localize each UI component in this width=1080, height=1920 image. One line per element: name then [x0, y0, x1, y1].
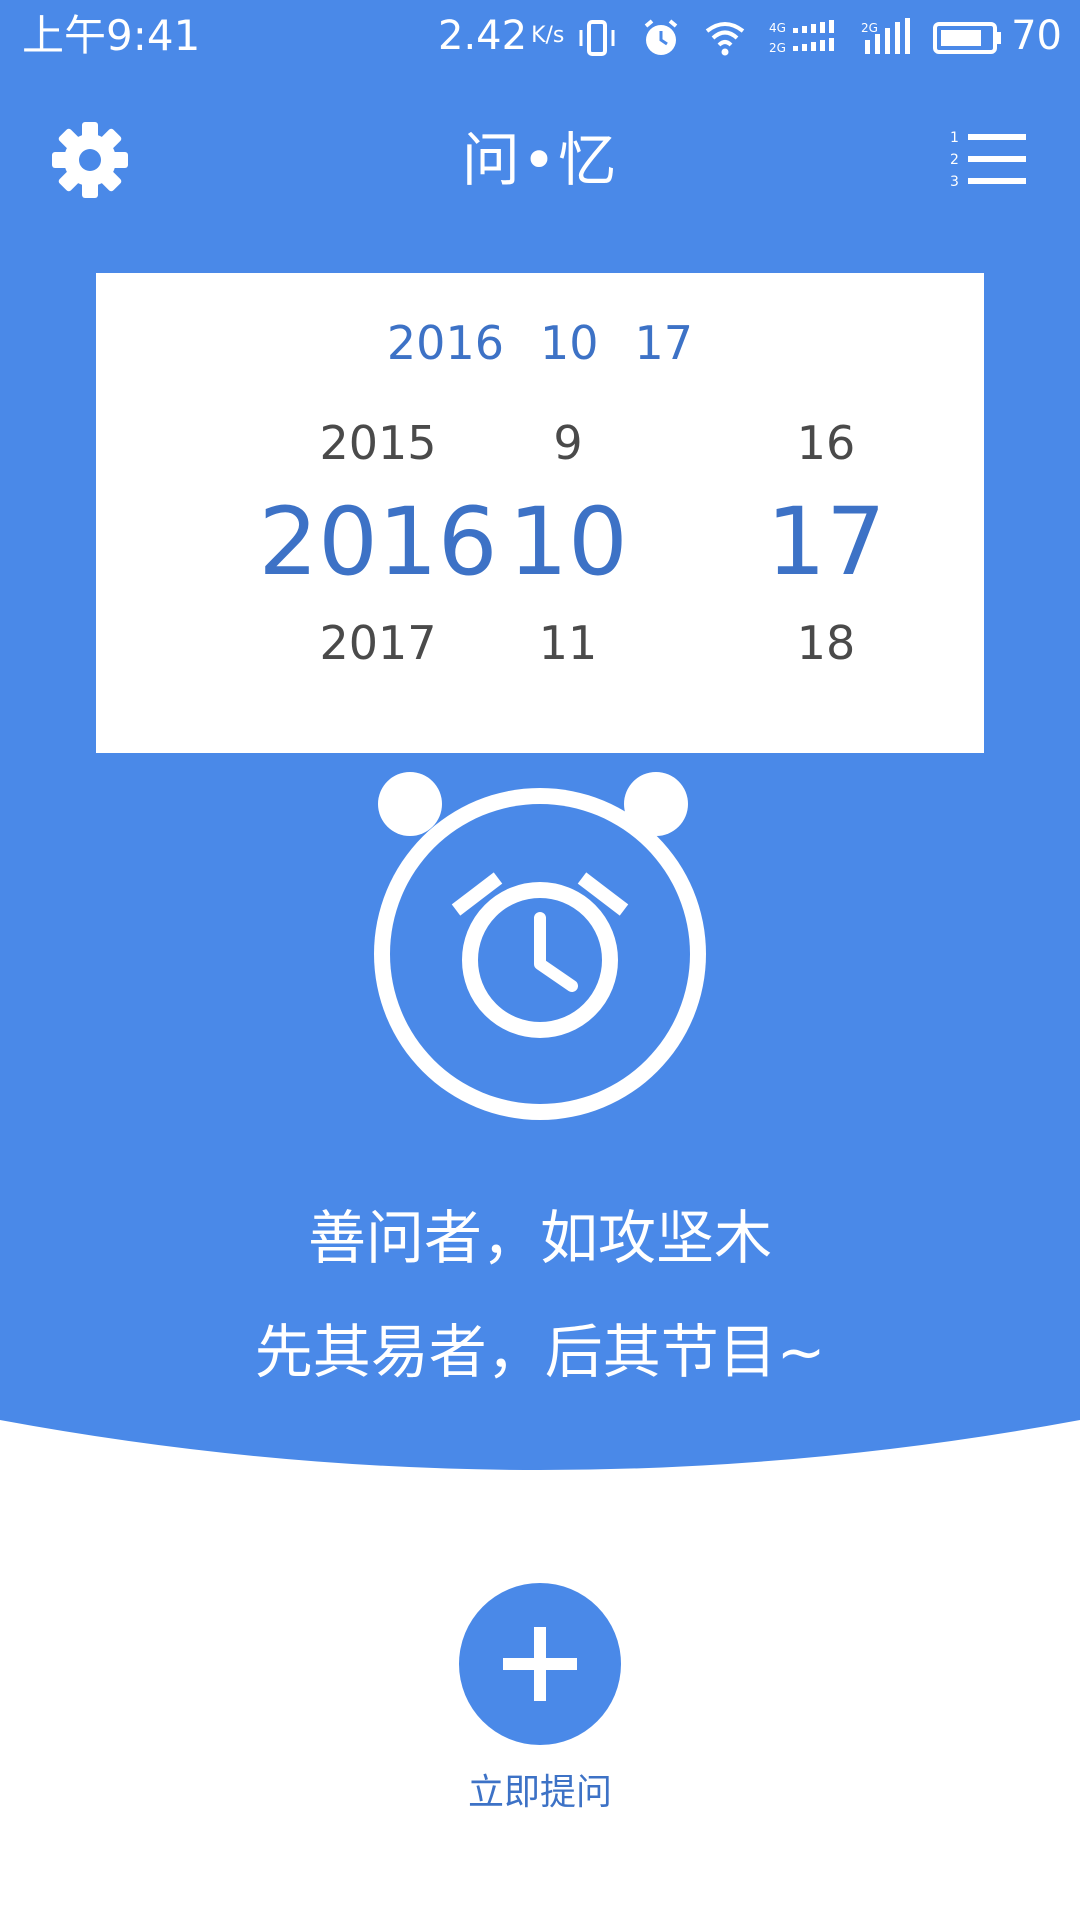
network-speed-value: 2.42: [438, 13, 528, 59]
header-curve: [0, 1380, 1080, 1470]
alarm-clock-icon: [374, 772, 706, 1120]
svg-text:4G: 4G: [769, 21, 786, 35]
ask-now-button[interactable]: [459, 1583, 621, 1745]
network-speed: 2.42 K/s: [438, 10, 564, 62]
quote-line-2: 先其易者，后其节目~: [254, 1318, 826, 1386]
quote-line-1: 善问者，如攻坚木: [307, 1204, 772, 1272]
status-time: 上午9:41: [22, 11, 201, 60]
month-prev[interactable]: 9: [438, 413, 698, 473]
status-bar: 上午9:41 2.42 K/s 4G 2G 2G 70: [0, 0, 1080, 76]
signal-4g-icon: 4G 2G: [769, 20, 834, 55]
selected-day: 17: [634, 316, 694, 370]
date-picker-card: 2016 10 17 2015 2016 2017 9 10 11 16 17 18: [96, 273, 984, 753]
app-title: 问•忆: [461, 126, 619, 194]
signal-2g-icon: 2G: [861, 18, 910, 54]
selected-date: 2016 10 17: [96, 313, 984, 373]
network-speed-unit: K/s: [531, 23, 565, 48]
plus-icon: [503, 1627, 577, 1701]
selected-month: 10: [539, 316, 599, 370]
gear-icon: [52, 122, 128, 198]
svg-text:3: 3: [950, 174, 959, 190]
day-next[interactable]: 18: [696, 613, 956, 673]
battery-level: 70: [1011, 13, 1062, 59]
status-icons: 4G 2G 2G: [575, 14, 1003, 62]
month-next[interactable]: 11: [438, 613, 698, 673]
month-wheel[interactable]: 9 10 11: [438, 413, 698, 673]
month-current[interactable]: 10: [438, 473, 698, 613]
list-button[interactable]: 1 2 3: [950, 128, 1028, 190]
settings-button[interactable]: [48, 118, 132, 202]
svg-text:2G: 2G: [769, 41, 786, 55]
svg-text:1: 1: [950, 130, 959, 146]
day-wheel[interactable]: 16 17 18: [696, 413, 956, 673]
svg-text:2: 2: [950, 152, 959, 168]
alarm-status-icon: [644, 19, 678, 55]
svg-text:2G: 2G: [861, 21, 878, 35]
numbered-list-icon: 1 2 3: [950, 130, 1026, 190]
wifi-icon: [705, 22, 745, 56]
selected-year: 2016: [386, 316, 504, 370]
ask-now-label[interactable]: 立即提问: [390, 1768, 690, 1818]
battery-icon: [933, 22, 1001, 54]
day-current[interactable]: 17: [696, 473, 956, 613]
vibrate-icon: [579, 20, 615, 56]
day-prev[interactable]: 16: [696, 413, 956, 473]
